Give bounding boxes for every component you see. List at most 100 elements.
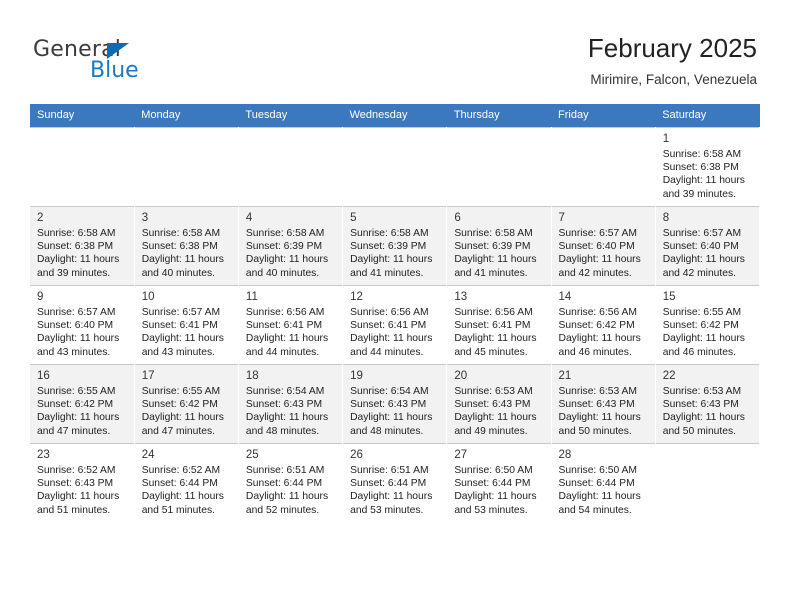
sunrise-text: Sunrise: 6:53 AM bbox=[662, 386, 742, 397]
day-number: 2 bbox=[37, 212, 44, 224]
day-number: 14 bbox=[558, 291, 572, 303]
day-details: Sunrise: 6:50 AM Sunset: 6:44 PM Daylight:… bbox=[447, 464, 550, 517]
calendar-day-cell[interactable]: 2 Sunrise: 6:58 AM Sunset: 6:38 PM Daylight… bbox=[30, 206, 135, 286]
calendar-day-cell[interactable]: 15 Sunrise: 6:55 AM Sunset: 6:42 PM Dayligh… bbox=[655, 285, 761, 365]
daylight-text: Daylight: 11 hours and 46 minutes. bbox=[662, 333, 745, 358]
daylight-text: Daylight: 11 hours and 48 minutes. bbox=[245, 412, 329, 437]
calendar-day-cell[interactable]: 25 Sunrise: 6:51 AM Sunset: 6:44 PM Dayligh… bbox=[238, 443, 344, 522]
sunrise-text: Sunrise: 6:56 AM bbox=[454, 307, 533, 318]
day-number: 5 bbox=[350, 212, 357, 224]
day-number: 1 bbox=[662, 133, 670, 145]
calendar-day-cell[interactable]: 27 Sunrise: 6:50 AM Sunset: 6:44 PM Dayligh… bbox=[446, 443, 552, 522]
title-block: February 2025 Mirimire, Falcon, Venezuel… bbox=[588, 33, 757, 88]
sunset-text: Sunset: 6:44 PM bbox=[141, 478, 218, 490]
weekday-header-tuesday: Tuesday bbox=[238, 104, 343, 128]
sunset-text: Sunset: 6:40 PM bbox=[558, 241, 635, 253]
sunrise-text: Sunrise: 6:58 AM bbox=[662, 149, 742, 160]
day-details: Sunrise: 6:57 AM Sunset: 6:40 PM Daylight:… bbox=[552, 227, 655, 280]
daylight-text: Daylight: 11 hours and 48 minutes. bbox=[350, 412, 433, 437]
sunrise-text: Sunrise: 6:58 AM bbox=[37, 228, 116, 239]
sunrise-text: Sunrise: 6:50 AM bbox=[454, 465, 533, 476]
sunset-text: Sunset: 6:41 PM bbox=[454, 320, 531, 332]
day-number: 9 bbox=[37, 291, 44, 303]
calendar-day-cell[interactable]: 20 Sunrise: 6:53 AM Sunset: 6:43 PM Dayligh… bbox=[446, 364, 552, 444]
calendar-day-cell[interactable]: 14 Sunrise: 6:56 AM Sunset: 6:42 PM Dayligh… bbox=[551, 285, 656, 365]
sunrise-text: Sunrise: 6:55 AM bbox=[662, 307, 742, 318]
daylight-text: Daylight: 11 hours and 40 minutes. bbox=[141, 254, 224, 279]
sunrise-text: Sunrise: 6:57 AM bbox=[558, 228, 637, 239]
calendar-day-cell[interactable]: 10 Sunrise: 6:57 AM Sunset: 6:41 PM Dayligh… bbox=[134, 285, 239, 365]
day-number: 19 bbox=[350, 370, 363, 382]
daylight-text: Daylight: 11 hours and 49 minutes. bbox=[454, 412, 537, 437]
day-details: Sunrise: 6:56 AM Sunset: 6:41 PM Daylight:… bbox=[447, 306, 550, 359]
day-details: Sunrise: 6:57 AM Sunset: 6:40 PM Daylight:… bbox=[656, 227, 759, 280]
sunrise-text: Sunrise: 6:56 AM bbox=[245, 307, 325, 318]
calendar-empty-cell bbox=[134, 127, 239, 207]
day-details: Sunrise: 6:58 AM Sunset: 6:39 PM Daylight:… bbox=[239, 227, 342, 280]
sunset-text: Sunset: 6:43 PM bbox=[558, 399, 635, 411]
calendar-day-cell[interactable]: 8 Sunrise: 6:57 AM Sunset: 6:40 PM Daylight… bbox=[655, 206, 761, 286]
daylight-text: Daylight: 11 hours and 53 minutes. bbox=[350, 491, 433, 516]
calendar-day-cell[interactable]: 24 Sunrise: 6:52 AM Sunset: 6:44 PM Dayligh… bbox=[134, 443, 239, 522]
calendar-day-cell[interactable]: 6 Sunrise: 6:58 AM Sunset: 6:39 PM Daylight… bbox=[446, 206, 552, 286]
calendar-day-cell[interactable]: 21 Sunrise: 6:53 AM Sunset: 6:43 PM Dayligh… bbox=[551, 364, 656, 444]
general-blue-logo[interactable]: General Blue bbox=[33, 38, 233, 88]
calendar-day-cell[interactable]: 17 Sunrise: 6:55 AM Sunset: 6:42 PM Dayligh… bbox=[134, 364, 239, 444]
calendar-empty-cell bbox=[655, 443, 761, 522]
sunset-text: Sunset: 6:43 PM bbox=[245, 399, 323, 411]
sunset-text: Sunset: 6:44 PM bbox=[350, 478, 427, 490]
page-subtitle: Mirimire, Falcon, Venezuela bbox=[590, 72, 757, 87]
day-number: 11 bbox=[245, 291, 258, 303]
sunrise-text: Sunrise: 6:57 AM bbox=[37, 307, 116, 318]
calendar-day-cell[interactable]: 1 Sunrise: 6:58 AM Sunset: 6:38 PM Daylight… bbox=[655, 127, 761, 207]
sunset-text: Sunset: 6:40 PM bbox=[662, 241, 739, 253]
sunset-text: Sunset: 6:42 PM bbox=[141, 399, 218, 411]
calendar-day-cell[interactable]: 9 Sunrise: 6:57 AM Sunset: 6:40 PM Daylight… bbox=[30, 285, 135, 365]
calendar-day-cell[interactable]: 26 Sunrise: 6:51 AM Sunset: 6:44 PM Dayligh… bbox=[342, 443, 448, 522]
sunset-text: Sunset: 6:42 PM bbox=[662, 320, 739, 332]
daylight-text: Daylight: 11 hours and 51 minutes. bbox=[37, 491, 120, 516]
weekday-header-thursday: Thursday bbox=[446, 104, 552, 128]
calendar-day-cell[interactable]: 22 Sunrise: 6:53 AM Sunset: 6:43 PM Dayligh… bbox=[655, 364, 761, 444]
sunrise-text: Sunrise: 6:55 AM bbox=[141, 386, 221, 397]
calendar-week-row: 1 Sunrise: 6:58 AM Sunset: 6:38 PM Daylight… bbox=[30, 127, 761, 207]
calendar-day-cell[interactable]: 13 Sunrise: 6:56 AM Sunset: 6:41 PM Dayligh… bbox=[446, 285, 552, 365]
day-number: 3 bbox=[141, 212, 149, 224]
sunrise-text: Sunrise: 6:51 AM bbox=[245, 465, 325, 476]
daylight-text: Daylight: 11 hours and 50 minutes. bbox=[662, 412, 745, 437]
sunrise-text: Sunrise: 6:58 AM bbox=[245, 228, 325, 239]
sunset-text: Sunset: 6:42 PM bbox=[558, 320, 635, 332]
calendar-day-cell[interactable]: 4 Sunrise: 6:58 AM Sunset: 6:39 PM Daylight… bbox=[238, 206, 344, 286]
daylight-text: Daylight: 11 hours and 53 minutes. bbox=[454, 491, 537, 516]
sunrise-text: Sunrise: 6:50 AM bbox=[558, 465, 637, 476]
day-number: 23 bbox=[37, 449, 50, 461]
sunrise-text: Sunrise: 6:57 AM bbox=[141, 307, 221, 318]
calendar-day-cell[interactable]: 11 Sunrise: 6:56 AM Sunset: 6:41 PM Dayligh… bbox=[238, 285, 344, 365]
day-number: 8 bbox=[662, 212, 670, 224]
calendar-day-cell[interactable]: 19 Sunrise: 6:54 AM Sunset: 6:43 PM Dayligh… bbox=[342, 364, 448, 444]
daylight-text: Daylight: 11 hours and 51 minutes. bbox=[141, 491, 224, 516]
daylight-text: Daylight: 11 hours and 39 minutes. bbox=[662, 175, 745, 200]
calendar-day-cell[interactable]: 16 Sunrise: 6:55 AM Sunset: 6:42 PM Dayligh… bbox=[30, 364, 135, 444]
day-details: Sunrise: 6:58 AM Sunset: 6:39 PM Daylight:… bbox=[343, 227, 446, 280]
calendar-day-cell[interactable]: 28 Sunrise: 6:50 AM Sunset: 6:44 PM Dayligh… bbox=[551, 443, 656, 522]
calendar-day-cell[interactable]: 5 Sunrise: 6:58 AM Sunset: 6:39 PM Daylight… bbox=[342, 206, 448, 286]
calendar-day-cell[interactable]: 12 Sunrise: 6:56 AM Sunset: 6:41 PM Dayligh… bbox=[342, 285, 448, 365]
calendar-day-cell[interactable]: 3 Sunrise: 6:58 AM Sunset: 6:38 PM Daylight… bbox=[134, 206, 239, 286]
daylight-text: Daylight: 11 hours and 40 minutes. bbox=[245, 254, 329, 279]
day-number: 28 bbox=[558, 449, 572, 461]
daylight-text: Daylight: 11 hours and 47 minutes. bbox=[37, 412, 120, 437]
calendar-day-cell[interactable]: 18 Sunrise: 6:54 AM Sunset: 6:43 PM Dayligh… bbox=[238, 364, 344, 444]
day-number: 4 bbox=[245, 212, 253, 224]
sunrise-text: Sunrise: 6:56 AM bbox=[350, 307, 429, 318]
daylight-text: Daylight: 11 hours and 44 minutes. bbox=[245, 333, 329, 358]
sunrise-text: Sunrise: 6:52 AM bbox=[37, 465, 116, 476]
sunrise-text: Sunrise: 6:53 AM bbox=[454, 386, 533, 397]
day-number: 24 bbox=[141, 449, 155, 461]
sunrise-text: Sunrise: 6:54 AM bbox=[245, 386, 325, 397]
day-details: Sunrise: 6:54 AM Sunset: 6:43 PM Daylight:… bbox=[239, 385, 342, 438]
day-details: Sunrise: 6:55 AM Sunset: 6:42 PM Daylight:… bbox=[656, 306, 759, 359]
calendar-week-row: 16 Sunrise: 6:55 AM Sunset: 6:42 PM Dayligh… bbox=[30, 364, 761, 444]
calendar-day-cell[interactable]: 23 Sunrise: 6:52 AM Sunset: 6:43 PM Dayligh… bbox=[30, 443, 135, 522]
calendar-day-cell[interactable]: 7 Sunrise: 6:57 AM Sunset: 6:40 PM Daylight… bbox=[551, 206, 656, 286]
